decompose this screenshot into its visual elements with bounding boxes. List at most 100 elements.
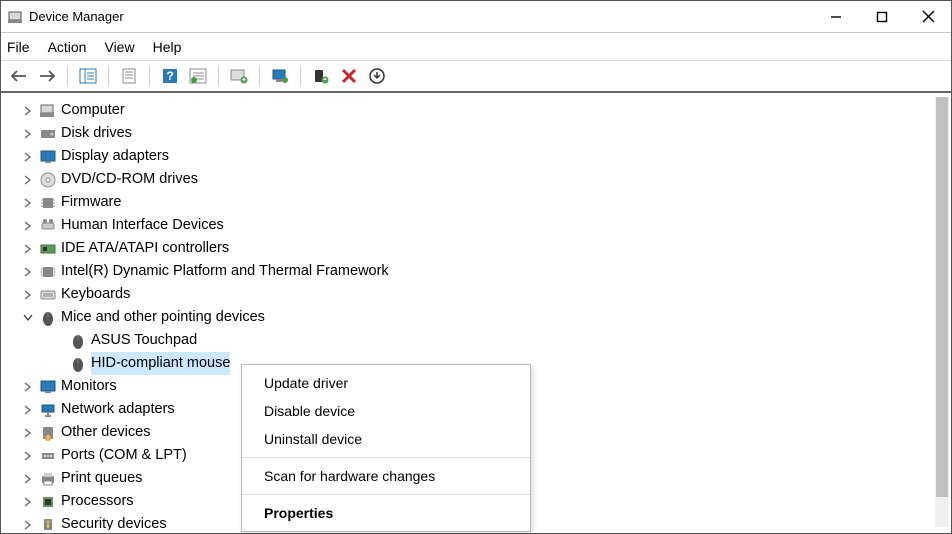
expand-icon[interactable] (21, 242, 35, 256)
tree-node[interactable]: Firmware (21, 191, 951, 214)
scan-hardware-button[interactable] (268, 64, 292, 88)
context-menu: Update driverDisable deviceUninstall dev… (241, 364, 531, 532)
menu-action[interactable]: Action (48, 39, 87, 55)
expand-icon[interactable] (21, 472, 35, 486)
hid-icon (39, 217, 57, 235)
printer-icon (39, 470, 57, 488)
svg-text:?: ? (166, 69, 173, 83)
help-button[interactable]: ? (158, 64, 182, 88)
menubar: File Action View Help (1, 33, 951, 61)
expand-icon[interactable] (21, 449, 35, 463)
maximize-button[interactable] (859, 1, 905, 33)
tree-node-label: DVD/CD-ROM drives (61, 168, 198, 191)
tree-node-label: Firmware (61, 191, 121, 214)
update-driver-button[interactable] (227, 64, 251, 88)
disc-icon (39, 171, 57, 189)
forward-button[interactable] (35, 64, 59, 88)
expand-icon[interactable] (21, 127, 35, 141)
tree-node[interactable]: Disk drives (21, 122, 951, 145)
tree-node-label: Monitors (61, 375, 117, 398)
tree-node[interactable]: Intel(R) Dynamic Platform and Thermal Fr… (21, 260, 951, 283)
back-button[interactable] (7, 64, 31, 88)
tree-node-label: Keyboards (61, 283, 130, 306)
context-menu-item[interactable]: Uninstall device (242, 425, 530, 453)
display-icon (39, 148, 57, 166)
menu-separator (242, 457, 530, 458)
tree-node[interactable]: Computer (21, 99, 951, 122)
menu-help[interactable]: Help (153, 39, 182, 55)
tree-node[interactable]: Keyboards (21, 283, 951, 306)
properties-button[interactable] (117, 64, 141, 88)
menu-separator (242, 494, 530, 495)
expand-icon[interactable] (21, 104, 35, 118)
app-icon (7, 9, 23, 25)
network-icon (39, 401, 57, 419)
context-menu-item[interactable]: Disable device (242, 397, 530, 425)
keyboard-icon (39, 286, 57, 304)
computer-icon (39, 102, 57, 120)
toolbar-separator (259, 66, 260, 86)
minimize-button[interactable] (813, 1, 859, 33)
tree-node-label: Display adapters (61, 145, 169, 168)
security-icon (39, 516, 57, 531)
context-menu-item[interactable]: Properties (242, 499, 530, 527)
other-icon: ? (39, 424, 57, 442)
tree-node[interactable]: IDE ATA/ATAPI controllers (21, 237, 951, 260)
tree-node-label: Network adapters (61, 398, 175, 421)
tree-node[interactable]: Display adapters (21, 145, 951, 168)
chip-icon (39, 194, 57, 212)
window-controls (813, 1, 951, 33)
port-icon (39, 447, 57, 465)
menu-view[interactable]: View (104, 39, 134, 55)
context-menu-item[interactable]: Scan for hardware changes (242, 462, 530, 490)
toolbar-separator (218, 66, 219, 86)
mouse-icon (69, 332, 87, 350)
expand-icon[interactable] (21, 196, 35, 210)
mouse-icon (39, 309, 57, 327)
window-title: Device Manager (29, 9, 813, 24)
scrollbar-thumb[interactable] (936, 97, 948, 497)
tree-node-label: Computer (61, 99, 125, 122)
tree-node-label: Processors (61, 490, 134, 513)
expand-icon[interactable] (21, 403, 35, 417)
expand-icon[interactable] (21, 380, 35, 394)
show-hide-tree-button[interactable] (76, 64, 100, 88)
collapse-icon[interactable] (21, 311, 35, 325)
menu-file[interactable]: File (7, 39, 30, 55)
tree-node-label: Ports (COM & LPT) (61, 444, 187, 467)
toolbar-separator (67, 66, 68, 86)
tree-node-label: ASUS Touchpad (91, 329, 197, 352)
expand-icon[interactable] (21, 495, 35, 509)
cpu-icon (39, 493, 57, 511)
expand-icon[interactable] (21, 150, 35, 164)
disable-device-button[interactable] (337, 64, 361, 88)
toolbar-separator (300, 66, 301, 86)
tree-node-label: Print queues (61, 467, 142, 490)
enable-device-button[interactable] (309, 64, 333, 88)
tree-node-label: Security devices (61, 513, 167, 530)
expand-icon[interactable] (21, 426, 35, 440)
expand-icon[interactable] (21, 219, 35, 233)
tree-node-label: Intel(R) Dynamic Platform and Thermal Fr… (61, 260, 389, 283)
context-menu-item[interactable]: Update driver (242, 369, 530, 397)
expand-icon[interactable] (21, 288, 35, 302)
tree-node-label: Other devices (61, 421, 150, 444)
tree-node[interactable]: Mice and other pointing devices (21, 306, 951, 329)
tree-node-label: Mice and other pointing devices (61, 306, 265, 329)
expand-icon[interactable] (21, 265, 35, 279)
action-button[interactable] (186, 64, 210, 88)
close-button[interactable] (905, 1, 951, 33)
tree-node[interactable]: ASUS Touchpad (51, 329, 951, 352)
mouse-icon (69, 355, 87, 373)
expand-icon[interactable] (21, 173, 35, 187)
tree-node-label: Human Interface Devices (61, 214, 224, 237)
tree-node-label: Disk drives (61, 122, 132, 145)
toolbar-separator (149, 66, 150, 86)
tree-node[interactable]: Human Interface Devices (21, 214, 951, 237)
uninstall-device-button[interactable] (365, 64, 389, 88)
expand-icon[interactable] (21, 518, 35, 531)
tree-node[interactable]: DVD/CD-ROM drives (21, 168, 951, 191)
scrollbar[interactable] (935, 97, 949, 527)
monitor-icon (39, 378, 57, 396)
tree-node-label: HID-compliant mouse (91, 352, 230, 375)
